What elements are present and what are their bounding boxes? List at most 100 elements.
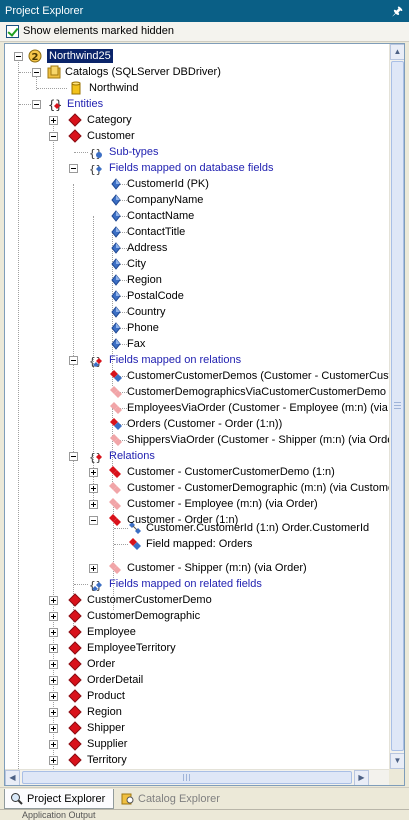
expand-toggle[interactable] bbox=[49, 644, 58, 653]
entity-label[interactable]: CustomerCustomerDemo bbox=[87, 593, 212, 607]
tree-node-entity[interactable]: Region bbox=[5, 704, 391, 720]
tree-node-entity[interactable]: Supplier bbox=[5, 736, 391, 752]
entity-label[interactable]: OrderDetail bbox=[87, 673, 143, 687]
tree-node-relations[interactable]: {} Relations bbox=[5, 448, 391, 464]
pin-icon[interactable]: 🖈 bbox=[392, 0, 403, 22]
entity-label[interactable]: Supplier bbox=[87, 737, 127, 751]
db-field-label[interactable]: PostalCode bbox=[127, 289, 184, 303]
relation-label[interactable]: Customer - Shipper (m:n) (via Order) bbox=[127, 561, 307, 575]
relation-label[interactable]: Customer - Employee (m:n) (via Order) bbox=[127, 497, 318, 511]
relation-field-label[interactable]: CustomerDemographicsViaCustomerCustomerD… bbox=[127, 385, 391, 399]
tree-node-fields-db[interactable]: {} Fields mapped on database fields bbox=[5, 160, 391, 176]
vertical-scroll-thumb[interactable] bbox=[391, 61, 404, 751]
expand-toggle[interactable] bbox=[89, 468, 98, 477]
tree-node-db-field[interactable]: Country bbox=[5, 304, 391, 320]
scroll-left-button[interactable]: ◀ bbox=[5, 770, 20, 785]
expand-toggle[interactable] bbox=[49, 692, 58, 701]
tree-node-db-field[interactable]: ContactTitle bbox=[5, 224, 391, 240]
expand-toggle[interactable] bbox=[49, 116, 58, 125]
collapse-toggle[interactable] bbox=[69, 452, 78, 461]
tree-node-entity[interactable]: OrderDetail bbox=[5, 672, 391, 688]
tree-node-fields-related[interactable]: {} Fields mapped on related fields bbox=[5, 576, 391, 592]
fields-db-label[interactable]: Fields mapped on database fields bbox=[109, 161, 274, 175]
expand-toggle[interactable] bbox=[49, 724, 58, 733]
show-hidden-checkbox[interactable] bbox=[6, 25, 19, 38]
tree-node-relation-field[interactable]: CustomerCustomerDemos (Customer - Custom… bbox=[5, 368, 391, 384]
tree-node-relation[interactable]: Customer - Employee (m:n) (via Order) bbox=[5, 496, 391, 512]
entity-label[interactable]: Shipper bbox=[87, 721, 125, 735]
db-field-label[interactable]: Country bbox=[127, 305, 166, 319]
tree-node-db-field[interactable]: ContactName bbox=[5, 208, 391, 224]
entity-label[interactable]: Category bbox=[87, 113, 132, 127]
project-tree[interactable]: 2 Northwind25 Catalogs (SQLServer DBDriv… bbox=[5, 44, 391, 769]
catalog-northwind-label[interactable]: Northwind bbox=[89, 81, 139, 95]
project-name[interactable]: Northwind25 bbox=[47, 49, 113, 63]
tree-node-relation-field[interactable]: ShippersViaOrder (Customer - Shipper (m:… bbox=[5, 432, 391, 448]
expand-toggle[interactable] bbox=[49, 628, 58, 637]
tree-node-relation[interactable]: Customer - CustomerCustomerDemo (1:n) bbox=[5, 464, 391, 480]
tree-node-db-field[interactable]: CompanyName bbox=[5, 192, 391, 208]
vertical-scrollbar[interactable]: ▲ ▼ bbox=[389, 44, 404, 769]
entity-label[interactable]: Product bbox=[87, 689, 125, 703]
tree-node-entity[interactable]: EmployeeTerritory bbox=[5, 640, 391, 656]
tab-project-explorer[interactable]: Project Explorer bbox=[4, 789, 114, 809]
entity-label[interactable]: Customer bbox=[87, 129, 135, 143]
db-field-label[interactable]: CustomerId (PK) bbox=[127, 177, 209, 191]
expand-toggle[interactable] bbox=[49, 612, 58, 621]
fields-related-label[interactable]: Fields mapped on related fields bbox=[109, 577, 262, 591]
entity-label[interactable]: EmployeeTerritory bbox=[87, 641, 176, 655]
catalogs-label[interactable]: Catalogs (SQLServer DBDriver) bbox=[65, 65, 221, 79]
tree-node-entity[interactable]: Territory bbox=[5, 752, 391, 768]
tree-node-entity[interactable]: Employee bbox=[5, 624, 391, 640]
collapse-toggle[interactable] bbox=[32, 68, 41, 77]
tree-node-fields-relations[interactable]: {} Fields mapped on relations bbox=[5, 352, 391, 368]
expand-toggle[interactable] bbox=[89, 484, 98, 493]
expand-toggle[interactable] bbox=[89, 500, 98, 509]
expand-toggle[interactable] bbox=[49, 596, 58, 605]
db-field-label[interactable]: Phone bbox=[127, 321, 159, 335]
tree-node-relation[interactable]: Customer - Order (1:n) bbox=[5, 512, 391, 528]
tree-node-relation-field[interactable]: EmployeesViaOrder (Customer - Employee (… bbox=[5, 400, 391, 416]
expand-toggle[interactable] bbox=[89, 564, 98, 573]
entity-label[interactable]: Order bbox=[87, 657, 115, 671]
tree-node-entities[interactable]: {} Entities bbox=[5, 96, 391, 112]
tree-node-db-field[interactable]: Phone bbox=[5, 320, 391, 336]
collapse-toggle[interactable] bbox=[69, 164, 78, 173]
db-field-label[interactable]: Region bbox=[127, 273, 162, 287]
entity-label[interactable]: Territory bbox=[87, 753, 127, 767]
relation-label[interactable]: Customer - Order (1:n) bbox=[127, 513, 238, 527]
collapse-toggle[interactable] bbox=[69, 356, 78, 365]
relation-label[interactable]: Customer - CustomerCustomerDemo (1:n) bbox=[127, 465, 335, 479]
scroll-up-button[interactable]: ▲ bbox=[390, 44, 404, 60]
tree-node-entity[interactable]: Product bbox=[5, 688, 391, 704]
expand-toggle[interactable] bbox=[49, 740, 58, 749]
scroll-down-button[interactable]: ▼ bbox=[390, 753, 404, 769]
tree-node-subtypes[interactable]: {} Sub-types bbox=[5, 144, 391, 160]
db-field-label[interactable]: Address bbox=[127, 241, 167, 255]
tree-node-db-field[interactable]: Address bbox=[5, 240, 391, 256]
tree-node-field-mapped[interactable]: Field mapped: Orders bbox=[5, 536, 391, 552]
expand-toggle[interactable] bbox=[49, 660, 58, 669]
tree-node-catalog-northwind[interactable]: Northwind bbox=[5, 80, 391, 96]
entity-label[interactable]: Region bbox=[87, 705, 122, 719]
tree-node-entity[interactable]: CustomerDemographic bbox=[5, 608, 391, 624]
collapse-toggle[interactable] bbox=[49, 132, 58, 141]
tree-node-relation[interactable]: Customer - Shipper (m:n) (via Order) bbox=[5, 560, 391, 576]
db-field-label[interactable]: City bbox=[127, 257, 146, 271]
db-field-label[interactable]: ContactTitle bbox=[127, 225, 185, 239]
tree-node-relation-field[interactable]: Orders (Customer - Order (1:n)) bbox=[5, 416, 391, 432]
show-hidden-label[interactable]: Show elements marked hidden bbox=[23, 25, 174, 37]
horizontal-scroll-thumb[interactable] bbox=[22, 771, 352, 784]
tree-node-db-field[interactable]: City bbox=[5, 256, 391, 272]
tree-node-entity-category[interactable]: Category bbox=[5, 112, 391, 128]
tree-node-db-field[interactable]: PostalCode bbox=[5, 288, 391, 304]
db-field-label[interactable]: Fax bbox=[127, 337, 145, 351]
entity-label[interactable]: Employee bbox=[87, 625, 136, 639]
entity-label[interactable]: CustomerDemographic bbox=[87, 609, 200, 623]
tree-node-entity[interactable]: CustomerCustomerDemo bbox=[5, 592, 391, 608]
fields-relations-label[interactable]: Fields mapped on relations bbox=[109, 353, 241, 367]
tree-node-db-field[interactable]: CustomerId (PK) bbox=[5, 176, 391, 192]
relation-field-label[interactable]: EmployeesViaOrder (Customer - Employee (… bbox=[127, 401, 391, 415]
db-field-label[interactable]: CompanyName bbox=[127, 193, 203, 207]
relation-label[interactable]: Customer - CustomerDemographic (m:n) (vi… bbox=[127, 481, 391, 495]
